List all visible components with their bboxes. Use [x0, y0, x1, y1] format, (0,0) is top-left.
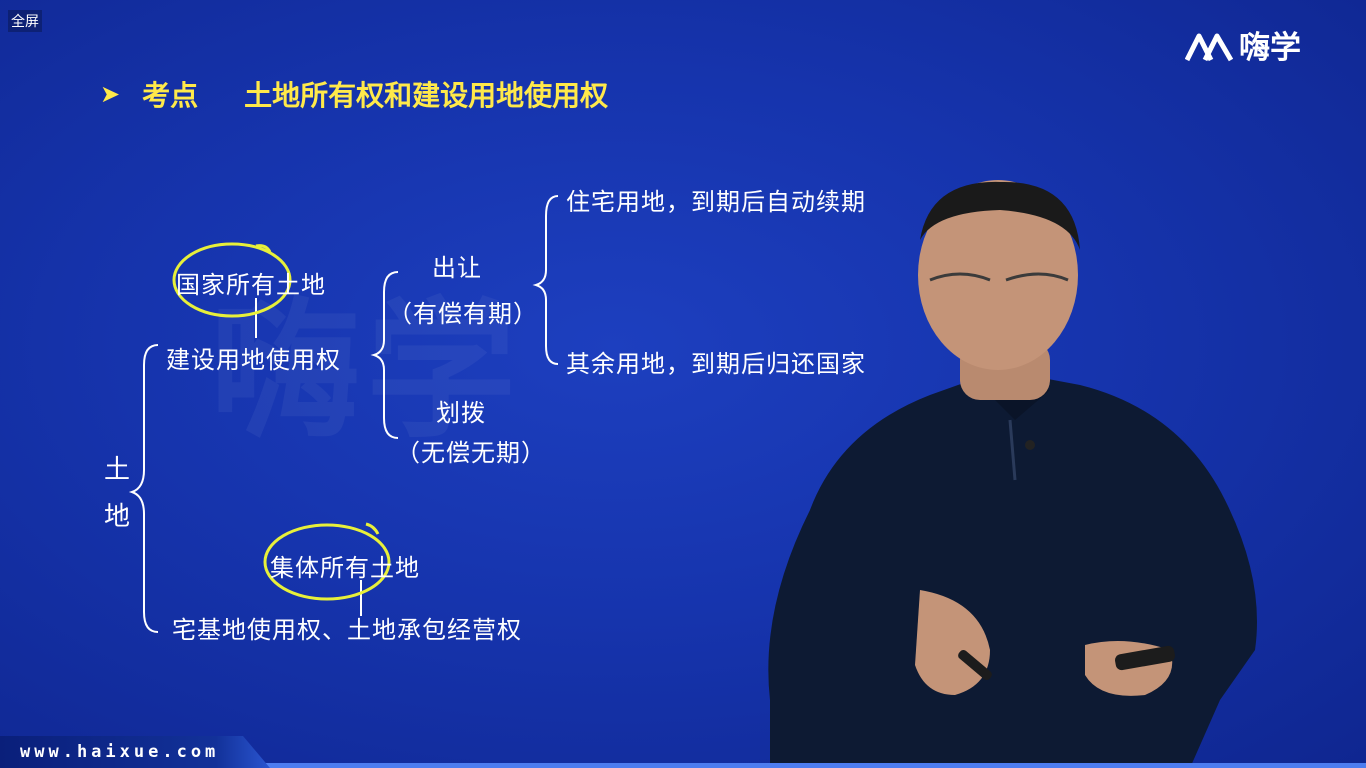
root-bracket [128, 344, 159, 633]
transfer-note: （有偿有期） [388, 300, 538, 328]
root-char-2: 地 [104, 502, 132, 532]
root-char-1: 土 [104, 455, 132, 485]
collective-owned-land: 集体所有土地 [270, 554, 420, 582]
footer-url: www.haixue.com [20, 742, 220, 762]
state-owned-land: 国家所有土地 [176, 271, 326, 299]
presenter-video [768, 180, 1257, 768]
allocation-note: （无偿无期） [396, 439, 546, 467]
allocation-label: 划拨 [436, 399, 486, 427]
collective-land-rights: 宅基地使用权、土地承包经营权 [172, 616, 522, 644]
transfer-label: 出让 [432, 254, 482, 282]
construction-land-right: 建设用地使用权 [166, 346, 341, 374]
term-bracket [532, 195, 559, 365]
